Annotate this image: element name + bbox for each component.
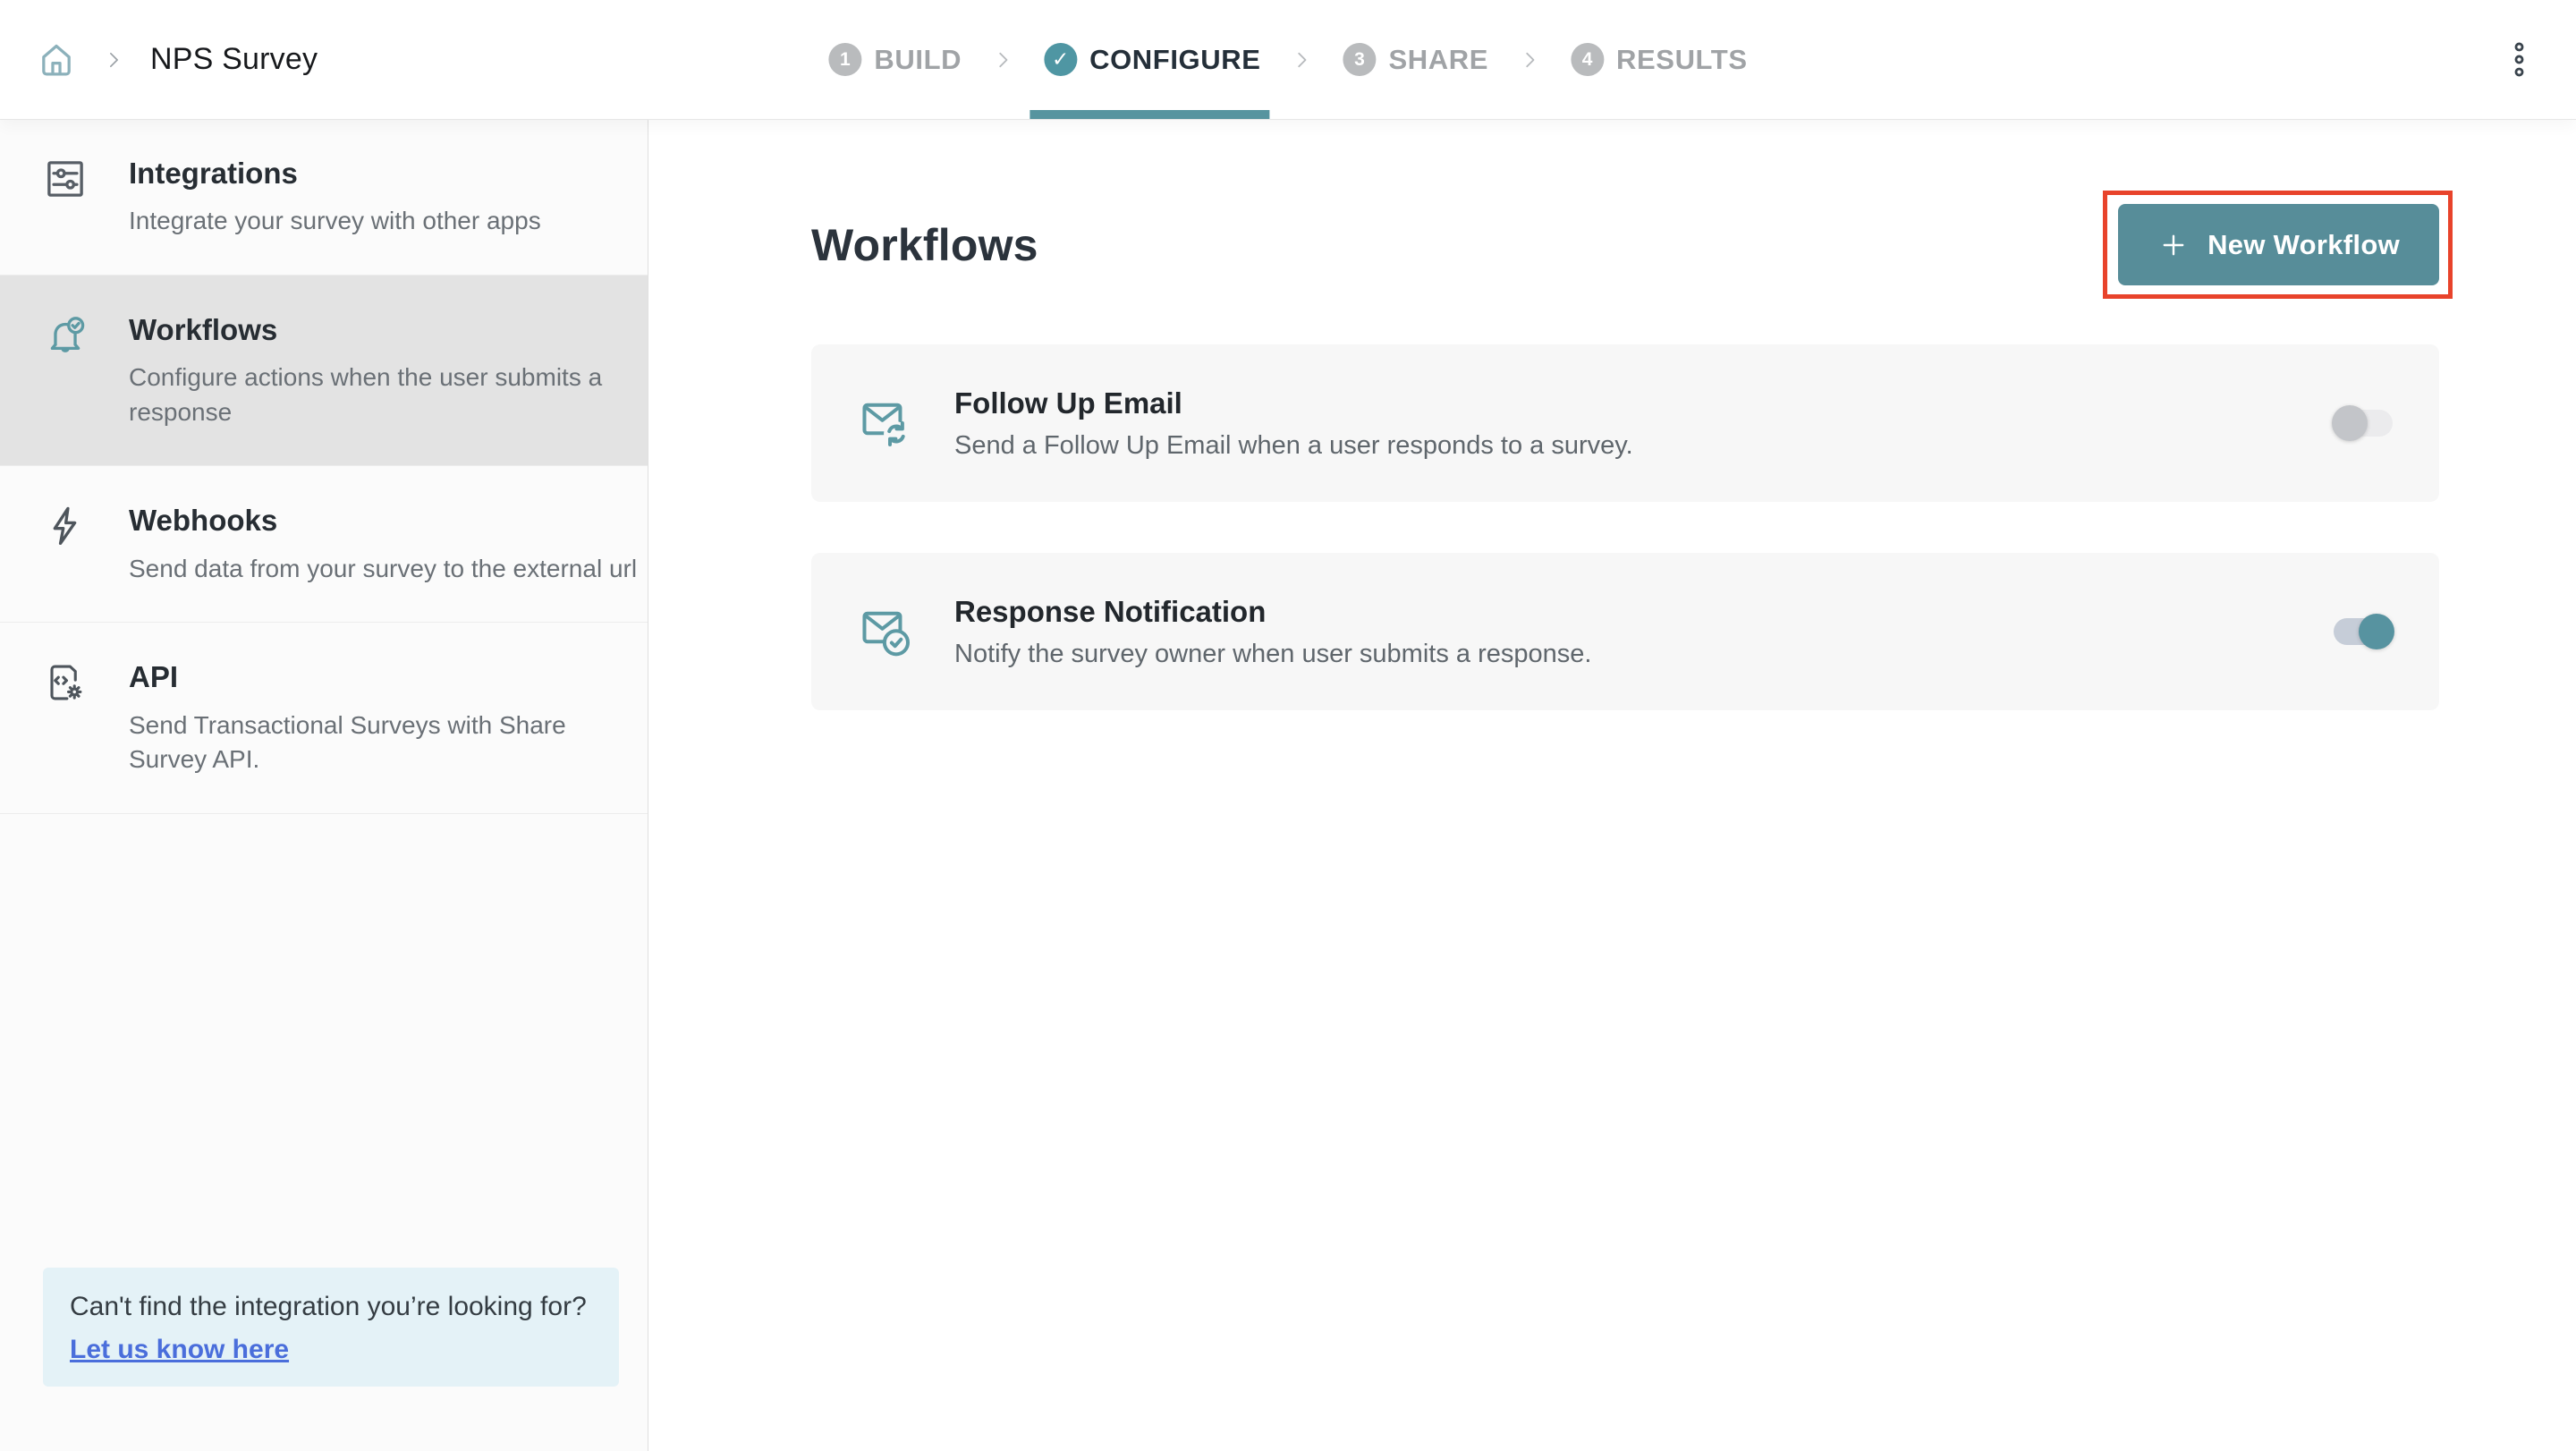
bell-check-icon xyxy=(43,313,88,358)
sidebar-item-title: Workflows xyxy=(129,311,617,348)
step-separator-icon xyxy=(1517,0,1542,119)
workflow-card-response-notification[interactable]: Response Notification Notify the survey … xyxy=(811,553,2439,710)
step-separator-icon xyxy=(1290,0,1315,119)
sidebar-item-workflows[interactable]: Workflows Configure actions when the use… xyxy=(0,276,648,467)
step-label: CONFIGURE xyxy=(1089,44,1260,76)
step-number: 1 xyxy=(828,43,861,76)
integration-help-box: Can't find the integration you’re lookin… xyxy=(43,1268,619,1387)
workflow-description: Send a Follow Up Email when a user respo… xyxy=(954,431,1633,461)
toggle-knob xyxy=(2359,614,2394,649)
main-header-row: Workflows New Workflow xyxy=(811,204,2439,285)
workflow-card-follow-up-email[interactable]: Follow Up Email Send a Follow Up Email w… xyxy=(811,344,2439,502)
follow-up-email-toggle[interactable] xyxy=(2334,410,2393,437)
workflow-title: Follow Up Email xyxy=(954,386,1633,420)
sliders-icon xyxy=(43,157,88,201)
step-configure[interactable]: ✓ CONFIGURE xyxy=(1044,0,1260,119)
lightning-icon xyxy=(43,504,88,548)
response-notification-toggle[interactable] xyxy=(2334,618,2393,645)
sidebar-item-title: Webhooks xyxy=(129,502,637,539)
step-results[interactable]: 4 RESULTS xyxy=(1571,0,1748,119)
sidebar-item-api[interactable]: API Send Transactional Surveys with Shar… xyxy=(0,623,648,814)
new-workflow-label: New Workflow xyxy=(2207,229,2400,261)
step-share[interactable]: 3 SHARE xyxy=(1343,0,1489,119)
step-label: RESULTS xyxy=(1616,44,1748,76)
email-check-icon xyxy=(858,603,915,660)
sidebar-item-description: Integrate your survey with other apps xyxy=(129,204,541,239)
toggle-knob xyxy=(2332,405,2368,441)
breadcrumb-chevron-icon xyxy=(101,47,126,72)
sidebar-item-webhooks[interactable]: Webhooks Send data from your survey to t… xyxy=(0,466,648,623)
email-refresh-icon xyxy=(858,395,915,452)
breadcrumb: NPS Survey xyxy=(36,0,318,119)
page-title: Workflows xyxy=(811,219,1038,271)
workflow-title: Response Notification xyxy=(954,595,1591,629)
home-button[interactable] xyxy=(36,39,77,81)
new-workflow-button[interactable]: New Workflow xyxy=(2118,204,2439,285)
sidebar-item-title: API xyxy=(129,658,576,695)
step-separator-icon xyxy=(990,0,1015,119)
sidebar-item-description: Configure actions when the user submits … xyxy=(129,361,617,429)
sidebar: Integrations Integrate your survey with … xyxy=(0,119,648,1451)
sidebar-item-description: Send data from your survey to the extern… xyxy=(129,552,637,587)
breadcrumb-title: NPS Survey xyxy=(150,42,318,77)
kebab-menu-icon xyxy=(2512,40,2526,79)
step-build[interactable]: 1 BUILD xyxy=(828,0,962,119)
more-options-button[interactable] xyxy=(2512,0,2526,119)
workflow-list: Follow Up Email Send a Follow Up Email w… xyxy=(811,344,2439,710)
sidebar-item-integrations[interactable]: Integrations Integrate your survey with … xyxy=(0,119,648,276)
home-icon xyxy=(36,39,77,81)
step-label: SHARE xyxy=(1389,44,1489,76)
code-document-gear-icon xyxy=(43,660,88,705)
let-us-know-link[interactable]: Let us know here xyxy=(70,1335,289,1365)
sidebar-item-title: Integrations xyxy=(129,155,541,191)
survey-stepper: 1 BUILD ✓ CONFIGURE 3 SHARE 4 RESULTS xyxy=(828,0,1747,119)
step-label: BUILD xyxy=(874,44,962,76)
new-workflow-button-wrap: New Workflow xyxy=(2118,204,2439,285)
main-content: Workflows New Workflow xyxy=(648,119,2576,1451)
workflow-description: Notify the survey owner when user submit… xyxy=(954,640,1591,669)
step-number: 4 xyxy=(1571,43,1604,76)
help-question: Can't find the integration you’re lookin… xyxy=(70,1289,592,1324)
plus-icon xyxy=(2157,229,2190,261)
sidebar-item-description: Send Transactional Surveys with Share Su… xyxy=(129,709,576,777)
step-number: 3 xyxy=(1343,43,1377,76)
app-header: NPS Survey 1 BUILD ✓ CONFIGURE 3 SHARE 4… xyxy=(0,0,2576,119)
step-check-icon: ✓ xyxy=(1044,43,1077,76)
